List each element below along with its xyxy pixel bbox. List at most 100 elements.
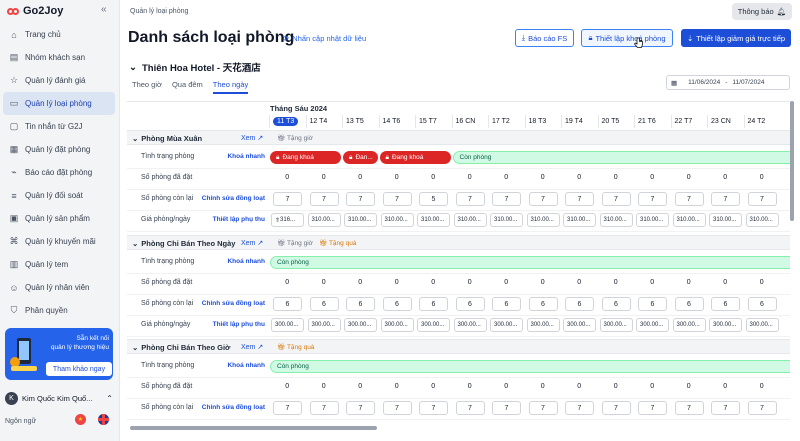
remaining-input[interactable]: 6 <box>309 297 339 311</box>
remaining-input[interactable]: 7 <box>492 192 521 206</box>
remaining-input[interactable]: 7 <box>309 401 339 415</box>
gift-item-badge[interactable]: 🎁︎ Tặng quà <box>277 343 314 351</box>
tab-1[interactable]: Qua đêm <box>172 80 203 94</box>
status-locked-pill[interactable]: 🔒︎ Đan... <box>343 151 378 164</box>
remaining-input[interactable]: 5 <box>419 192 448 206</box>
remaining-input[interactable]: 7 <box>273 192 302 206</box>
price-input[interactable]: 300.00... <box>526 318 560 332</box>
remaining-input[interactable]: 7 <box>455 401 485 415</box>
price-input[interactable]: 300.00... <box>672 318 706 332</box>
row-link-remaining[interactable]: Chỉnh sửa đồng loạt <box>191 195 265 202</box>
remaining-input[interactable]: 7 <box>382 192 412 206</box>
remaining-input[interactable]: 7 <box>419 401 448 415</box>
sidebar-item-0[interactable]: ⌂ Trang chủ <box>3 23 115 46</box>
price-input[interactable]: 310.00... <box>344 213 377 227</box>
remaining-input[interactable]: 6 <box>638 297 667 311</box>
price-input[interactable]: 300.00... <box>563 318 596 332</box>
price-input[interactable]: 310.00... <box>453 213 487 227</box>
remaining-input[interactable]: 6 <box>711 297 740 311</box>
vietnam-flag-icon[interactable]: ★ <box>75 414 86 425</box>
direct-discount-button[interactable]: ⇣ Thiết lập giảm giá trực tiếp <box>681 29 791 47</box>
remaining-input[interactable]: 7 <box>565 192 594 206</box>
remaining-input[interactable]: 6 <box>747 297 777 311</box>
price-input[interactable]: 310.00... <box>526 213 560 227</box>
view-room-link[interactable]: Xem ↗ <box>241 343 263 351</box>
remaining-input[interactable]: 7 <box>565 401 594 415</box>
price-input[interactable]: 310.00... <box>745 213 779 227</box>
remaining-input[interactable]: 7 <box>309 192 339 206</box>
vertical-scrollbar[interactable] <box>790 101 794 221</box>
row-link-price[interactable]: Thiết lập phụ thu <box>191 321 265 328</box>
gift-hour-badge[interactable]: 🎁︎ Tặng giờ <box>277 134 313 142</box>
promo-button[interactable]: Tham khảo ngay <box>46 362 112 376</box>
sidebar-item-2[interactable]: ☆ Quản lý đánh giá <box>3 69 115 92</box>
row-link-remaining[interactable]: Chỉnh sửa đồng loạt <box>191 300 265 307</box>
price-input[interactable]: 310.00... <box>380 213 414 227</box>
sidebar-item-8[interactable]: ▣ Quản lý sản phẩm <box>3 207 115 230</box>
sidebar-item-9[interactable]: ⌘ Quản lý khuyến mãi <box>3 230 115 253</box>
status-available-pill[interactable]: Còn phòng <box>270 360 790 373</box>
remaining-input[interactable]: 6 <box>346 297 375 311</box>
sidebar-item-12[interactable]: ⛉ Phân quyền <box>3 299 115 322</box>
gift-hour-badge[interactable]: 🎁︎ Tặng giờ <box>277 239 313 247</box>
price-input[interactable]: 300.00... <box>271 318 304 332</box>
view-room-link[interactable]: Xem ↗ <box>241 239 263 247</box>
uk-flag-icon[interactable] <box>98 414 109 425</box>
price-input[interactable]: 300.00... <box>380 318 414 332</box>
sidebar-item-3[interactable]: ▭ Quản lý loại phòng <box>3 92 115 115</box>
price-input[interactable]: 300.00... <box>599 318 633 332</box>
price-input[interactable]: 300.00... <box>490 318 523 332</box>
price-input[interactable]: 310.00... <box>672 213 706 227</box>
horizontal-scrollbar[interactable] <box>130 426 377 430</box>
status-available-pill[interactable]: Còn phòng <box>270 256 790 269</box>
room-title[interactable]: ⌄ Phòng Chỉ Bán Theo Ngày <box>132 239 235 248</box>
collapse-sidebar-icon[interactable]: « <box>101 4 107 15</box>
gift-item-badge[interactable]: 🎁︎ Tặng quà <box>319 239 356 247</box>
remaining-input[interactable]: 7 <box>273 401 302 415</box>
remaining-input[interactable]: 7 <box>528 401 558 415</box>
remaining-input[interactable]: 6 <box>492 297 521 311</box>
hotel-selector[interactable]: ⌄ Thiên Hoa Hotel - 天花酒店 <box>129 60 261 75</box>
remaining-input[interactable]: 7 <box>601 401 631 415</box>
remaining-input[interactable]: 7 <box>346 401 375 415</box>
remaining-input[interactable]: 7 <box>528 192 558 206</box>
sidebar-item-1[interactable]: ▤ Nhóm khách sạn <box>3 46 115 69</box>
remaining-input[interactable]: 6 <box>674 297 704 311</box>
remaining-input[interactable]: 7 <box>455 192 485 206</box>
price-input[interactable]: 310.00... <box>709 213 742 227</box>
price-input[interactable]: 300.00... <box>417 318 450 332</box>
price-input[interactable]: 310.00... <box>307 213 341 227</box>
report-fs-button[interactable]: ⤓ Báo cáo FS <box>515 29 574 47</box>
remaining-input[interactable]: 6 <box>382 297 412 311</box>
price-input[interactable]: 310.00... <box>563 213 596 227</box>
remaining-input[interactable]: 7 <box>492 401 521 415</box>
remaining-input[interactable]: 6 <box>419 297 448 311</box>
row-link-price[interactable]: Thiết lập phụ thu <box>191 216 265 223</box>
remaining-input[interactable]: 7 <box>382 401 412 415</box>
price-input[interactable]: 310.00... <box>490 213 523 227</box>
sidebar-item-7[interactable]: ≡ Quản lý đối soát <box>3 184 115 207</box>
remaining-input[interactable]: 6 <box>455 297 485 311</box>
remaining-input[interactable]: 7 <box>711 401 740 415</box>
remaining-input[interactable]: 7 <box>747 401 777 415</box>
brand-logo[interactable]: Go2Joy <box>7 5 63 17</box>
price-input[interactable]: 310.00... <box>417 213 450 227</box>
remaining-input[interactable]: 7 <box>711 192 740 206</box>
price-input[interactable]: 300.00... <box>344 318 377 332</box>
sidebar-item-11[interactable]: ☺ Quản lý nhân viên <box>3 276 115 299</box>
account-switcher[interactable]: K Kim Quốc Kim Quố... ⌃ <box>5 388 113 408</box>
price-input[interactable]: 310.00... <box>636 213 669 227</box>
sidebar-item-10[interactable]: ▥ Quản lý tem <box>3 253 115 276</box>
lock-room-setup-button[interactable]: 🔒︎ Thiết lập khoá phòng <box>581 29 673 47</box>
price-input[interactable]: 300.00... <box>709 318 742 332</box>
view-room-link[interactable]: Xem ↗ <box>241 134 263 142</box>
price-input[interactable]: 300.00... <box>636 318 669 332</box>
date-range-picker[interactable]: ▦ 11/06/2024 - 11/07/2024 <box>666 75 790 90</box>
notification-button[interactable]: Thông báo 🔔︎ <box>732 3 792 20</box>
refresh-link[interactable]: ⟳ Nhấn cập nhật dữ liệu <box>283 34 366 43</box>
price-input[interactable]: 300.00... <box>453 318 487 332</box>
status-available-pill[interactable]: Còn phòng <box>452 151 790 164</box>
remaining-input[interactable]: 6 <box>273 297 302 311</box>
remaining-input[interactable]: 6 <box>528 297 558 311</box>
room-title[interactable]: ⌄ Phòng Mùa Xuân <box>132 134 202 143</box>
